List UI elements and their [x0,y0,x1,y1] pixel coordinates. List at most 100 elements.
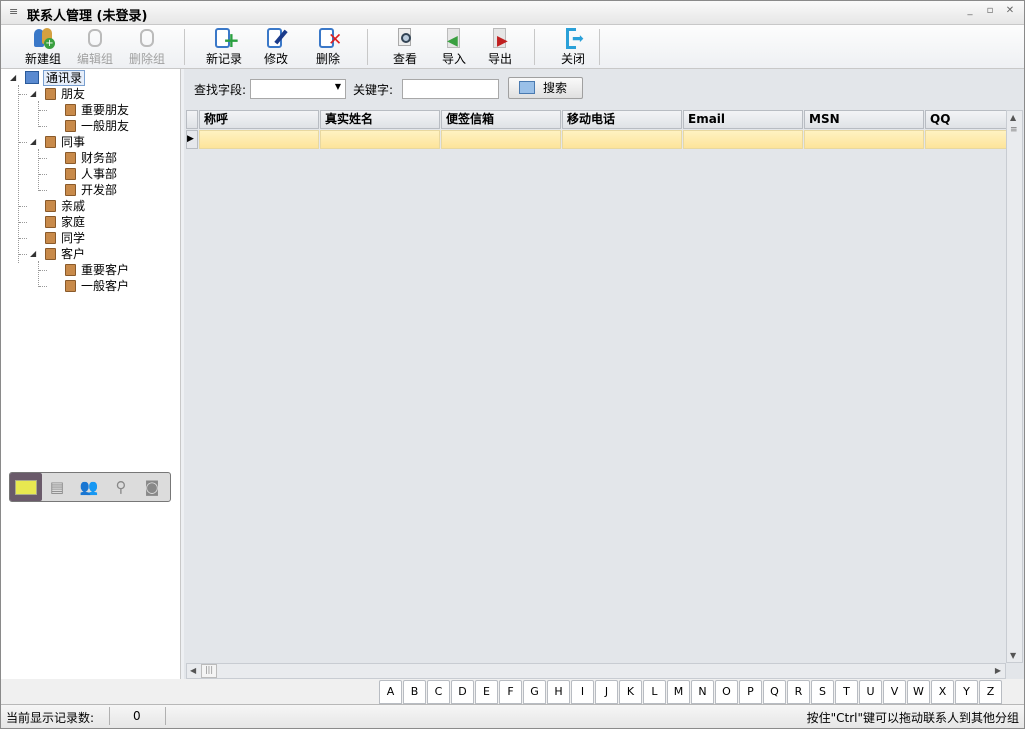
system-menu-icon[interactable]: ≡ [9,5,18,18]
grid-cell[interactable] [804,130,924,149]
view-icon [392,27,418,49]
search-icon [519,81,535,94]
tree-node[interactable]: 一般朋友 [65,118,129,134]
horizontal-scrollbar[interactable]: ◀ ||| ▶ [186,663,1006,679]
letter-tab-e[interactable]: E [475,680,498,704]
minimize-button[interactable]: _ [963,5,977,19]
delete-record-icon: ✕ [315,27,342,49]
panel-switcher: ▤ 👥 ⚲ ◙ [9,472,171,502]
record-count-label: 当前显示记录数: [6,711,95,725]
restore-button[interactable]: ▫ [983,5,997,19]
letter-tab-t[interactable]: T [835,680,858,704]
record-count: 0 [133,709,141,723]
tree-node[interactable]: 同事 [45,134,85,150]
delete-group-button[interactable]: 删除组 [120,27,174,67]
tree-node[interactable]: 朋友 [45,86,85,102]
grid-cell[interactable] [441,130,561,149]
edit-group-button[interactable]: 编辑组 [68,27,122,67]
group-book-icon [45,216,56,228]
column-header[interactable]: MSN [804,110,924,129]
contacts-icon[interactable]: 👥 [78,477,100,497]
tree-node[interactable]: 开发部 [65,182,117,198]
tree-node[interactable]: 同学 [45,230,85,246]
expand-icon[interactable]: ◢ [30,249,36,258]
close-app-button[interactable]: ➡ 关闭 [546,27,600,67]
edit-record-button[interactable]: 修改 [249,27,303,67]
tree-node[interactable]: 客户 [45,246,85,262]
letter-tab-y[interactable]: Y [955,680,978,704]
column-header[interactable]: 移动电话 [562,110,682,129]
letter-tab-z[interactable]: Z [979,680,1002,704]
view-button[interactable]: 查看 [378,27,432,67]
letter-tab-l[interactable]: L [643,680,666,704]
group-book-icon [45,248,56,260]
letter-tab-w[interactable]: W [907,680,930,704]
letter-tab-n[interactable]: N [691,680,714,704]
tree-node[interactable]: 重要朋友 [65,102,129,118]
new-record-button[interactable]: + 新记录 [197,27,251,67]
expand-icon[interactable]: ◢ [30,89,36,98]
delete-record-button[interactable]: ✕ 删除 [301,27,355,67]
edit-group-icon [82,27,108,49]
group-tree-panel: ◢ 通讯录 朋友 ◢ 重要朋友 一般朋友 同事 ◢ 财务部 人事部 开发部 亲戚 家庭 同学 客户 ◢ 重要… [1,69,181,679]
group-book-icon [45,136,56,148]
letter-tab-c[interactable]: C [427,680,450,704]
letter-tab-r[interactable]: R [787,680,810,704]
letter-tab-f[interactable]: F [499,680,522,704]
notes-tab[interactable] [10,473,42,501]
group-book-icon [65,168,76,180]
tree-node[interactable]: 人事部 [65,166,117,182]
search-button[interactable]: 搜索 [508,77,583,99]
close-app-icon: ➡ [560,27,586,49]
search-icon[interactable]: ⚲ [110,477,132,497]
letter-tab-a[interactable]: A [379,680,402,704]
row-indicator-icon: ▶ [186,130,198,149]
grid-cell[interactable] [320,130,440,149]
column-header[interactable]: 便签信箱 [441,110,561,129]
group-book-icon [65,152,76,164]
grid-cell[interactable] [925,130,1015,149]
letter-tab-u[interactable]: U [859,680,882,704]
tree-node[interactable]: 财务部 [65,150,117,166]
letter-tab-b[interactable]: B [403,680,426,704]
camera-icon[interactable]: ◙ [141,477,163,497]
edit-record-icon [263,27,289,49]
window-title: 联系人管理 (未登录) [27,9,148,24]
letter-tab-h[interactable]: H [547,680,570,704]
column-header[interactable]: QQ [925,110,1015,129]
tree-node[interactable]: 重要客户 [65,262,129,278]
letter-tab-g[interactable]: G [523,680,546,704]
letter-tab-m[interactable]: M [667,680,690,704]
close-button[interactable]: ✕ [1003,5,1017,19]
new-group-button[interactable]: + 新建组 [16,27,70,67]
search-field-select[interactable]: ▼ [250,79,346,99]
letter-tab-k[interactable]: K [619,680,642,704]
column-header[interactable]: 真实姓名 [320,110,440,129]
letter-tab-v[interactable]: V [883,680,906,704]
column-header[interactable]: Email [683,110,803,129]
grid-cell[interactable] [562,130,682,149]
keyword-input[interactable] [402,79,499,99]
letter-tab-x[interactable]: X [931,680,954,704]
tree-root[interactable]: 通讯录 [25,70,86,86]
letter-tab-o[interactable]: O [715,680,738,704]
vertical-scrollbar[interactable]: ▲ ≡ ▼ [1006,110,1023,663]
column-header[interactable]: 称呼 [199,110,319,129]
grid-cell[interactable] [199,130,319,149]
letter-tab-p[interactable]: P [739,680,762,704]
tree-node[interactable]: 家庭 [45,214,85,230]
group-book-icon [45,200,56,212]
group-book-icon [65,264,76,276]
tree-node[interactable]: 一般客户 [65,278,129,294]
expand-icon[interactable]: ◢ [30,137,36,146]
letter-tab-d[interactable]: D [451,680,474,704]
export-button[interactable]: ▶ 导出 [473,27,527,67]
letter-tab-s[interactable]: S [811,680,834,704]
grid-cell[interactable] [683,130,803,149]
tree-node[interactable]: 亲戚 [45,198,85,214]
letter-tab-i[interactable]: I [571,680,594,704]
notepad-icon[interactable]: ▤ [46,477,68,497]
letter-tab-j[interactable]: J [595,680,618,704]
import-icon: ◀ [441,27,467,49]
letter-tab-q[interactable]: Q [763,680,786,704]
